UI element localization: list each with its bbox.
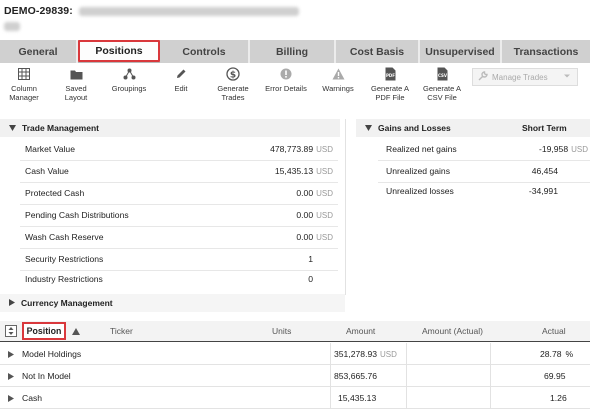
collapse-triangle-icon	[9, 123, 16, 133]
dollar-cycle-icon: $	[226, 66, 240, 82]
expand-triangle-icon[interactable]	[8, 350, 14, 360]
expand-triangle-icon[interactable]	[8, 372, 14, 382]
pending-cash-distributions-label: Pending Cash Distributions	[25, 210, 129, 220]
wash-cash-reserve-value: 0.00 USD	[296, 232, 333, 242]
position-column-header[interactable]: Position	[22, 322, 66, 340]
error-details-button[interactable]: Error Details	[260, 66, 312, 93]
position-amount: 15,435.13	[338, 393, 377, 403]
collapse-triangle-icon	[365, 123, 372, 133]
industry-restrictions-label: Industry Restrictions	[25, 274, 103, 284]
manage-trades-dropdown[interactable]: Manage Trades	[472, 68, 578, 86]
position-name: Model Holdings	[22, 349, 82, 359]
security-restrictions-label: Security Restrictions	[25, 254, 104, 264]
generate-trades-button[interactable]: $ Generate Trades	[207, 66, 259, 102]
amount-column-header[interactable]: Amount	[346, 326, 375, 336]
account-header: DEMO-29839:	[0, 0, 590, 36]
saved-layout-button[interactable]: Saved Layout	[50, 66, 102, 102]
tab-unsupervised[interactable]: Unsupervised	[420, 40, 502, 63]
industry-restrictions-value: 0	[308, 274, 313, 284]
position-actual: 69.95	[544, 371, 566, 381]
realized-net-gains-value: -19,958 USD	[538, 144, 588, 154]
column-manager-button[interactable]: Column Manager	[0, 66, 50, 102]
market-value-value: 478,773.89 USD	[270, 144, 333, 154]
chevron-down-icon	[563, 72, 571, 82]
position-amount: 351,278.93 USD	[334, 349, 397, 359]
tab-general[interactable]: General	[0, 40, 78, 63]
toolbar: Column Manager Saved Layout Groupings Ed…	[0, 66, 590, 114]
table-row[interactable]: Not In Model 853,665.76 69.95	[0, 365, 590, 387]
short-term-column-header: Short Term	[522, 123, 567, 133]
position-actual: 28.78%	[540, 349, 574, 359]
position-name: Cash	[22, 393, 43, 403]
positions-grid-header: Position Ticker Units Amount Amount (Act…	[0, 321, 590, 342]
tab-cost-basis[interactable]: Cost Basis	[336, 40, 420, 63]
sort-ascending-icon[interactable]	[72, 327, 80, 337]
cash-value-value: 15,435.13 USD	[274, 166, 333, 176]
trade-management-header[interactable]: Trade Management	[0, 119, 340, 137]
table-row[interactable]: Model Holdings 351,278.93 USD 28.78%	[0, 343, 590, 365]
expand-triangle-icon[interactable]	[8, 394, 14, 404]
edit-button[interactable]: Edit	[155, 66, 207, 93]
generate-pdf-button[interactable]: PDF Generate A PDF File	[364, 66, 416, 102]
units-column-header[interactable]: Units	[272, 326, 291, 336]
svg-text:CSV: CSV	[438, 73, 448, 78]
unrealized-losses-label: Unrealized losses	[386, 186, 454, 196]
sort-toggle-icon[interactable]	[5, 325, 17, 339]
unrealized-gains-label: Unrealized gains	[386, 166, 451, 176]
position-name: Not In Model	[22, 371, 71, 381]
position-actual: 1.26	[550, 393, 567, 403]
panel-divider	[345, 119, 346, 295]
market-value-label: Market Value	[25, 144, 75, 154]
warnings-button[interactable]: Warnings	[312, 66, 364, 93]
wrench-icon	[478, 71, 488, 83]
cash-value-label: Cash Value	[25, 166, 69, 176]
amount-actual-column-header[interactable]: Amount (Actual)	[422, 326, 483, 336]
realized-net-gains-label: Realized net gains	[386, 144, 457, 154]
tab-bar: General Positions Controls Billing Cost …	[0, 40, 590, 63]
wash-cash-reserve-label: Wash Cash Reserve	[25, 232, 104, 242]
expand-triangle-icon	[9, 298, 15, 308]
protected-cash-value: 0.00 USD	[296, 188, 333, 198]
gains-losses-header[interactable]: Gains and Losses Short Term	[356, 119, 590, 137]
position-amount: 853,665.76	[334, 371, 378, 381]
svg-text:$: $	[230, 70, 236, 80]
redacted-account-detail	[4, 22, 20, 31]
table-row[interactable]: Cash 15,435.13 1.26	[0, 387, 590, 409]
groupings-button[interactable]: Groupings	[103, 66, 155, 93]
unrealized-losses-value: -34,991	[528, 186, 558, 196]
account-id: DEMO-29839:	[4, 5, 73, 17]
network-icon	[123, 66, 136, 82]
tab-billing[interactable]: Billing	[250, 40, 336, 63]
folder-icon	[70, 66, 83, 82]
actual-column-header[interactable]: Actual	[542, 326, 566, 336]
svg-text:PDF: PDF	[386, 73, 395, 78]
unrealized-gains-value: 46,454	[531, 166, 558, 176]
protected-cash-label: Protected Cash	[25, 188, 85, 198]
redacted-account-name	[78, 6, 299, 16]
warning-icon	[332, 66, 345, 82]
currency-management-header[interactable]: Currency Management	[0, 294, 345, 312]
pending-cash-distributions-value: 0.00 USD	[296, 210, 333, 220]
pencil-icon	[175, 66, 187, 82]
csv-file-icon: CSV	[437, 66, 448, 82]
ticker-column-header[interactable]: Ticker	[110, 326, 133, 336]
tab-controls[interactable]: Controls	[160, 40, 250, 63]
generate-csv-button[interactable]: CSV Generate A CSV File	[416, 66, 468, 102]
pdf-file-icon: PDF	[385, 66, 396, 82]
security-restrictions-value: 1	[308, 254, 313, 264]
tab-positions[interactable]: Positions	[78, 40, 160, 62]
error-icon	[280, 66, 292, 82]
grid-icon	[18, 66, 30, 82]
tab-transactions[interactable]: Transactions	[502, 40, 590, 63]
